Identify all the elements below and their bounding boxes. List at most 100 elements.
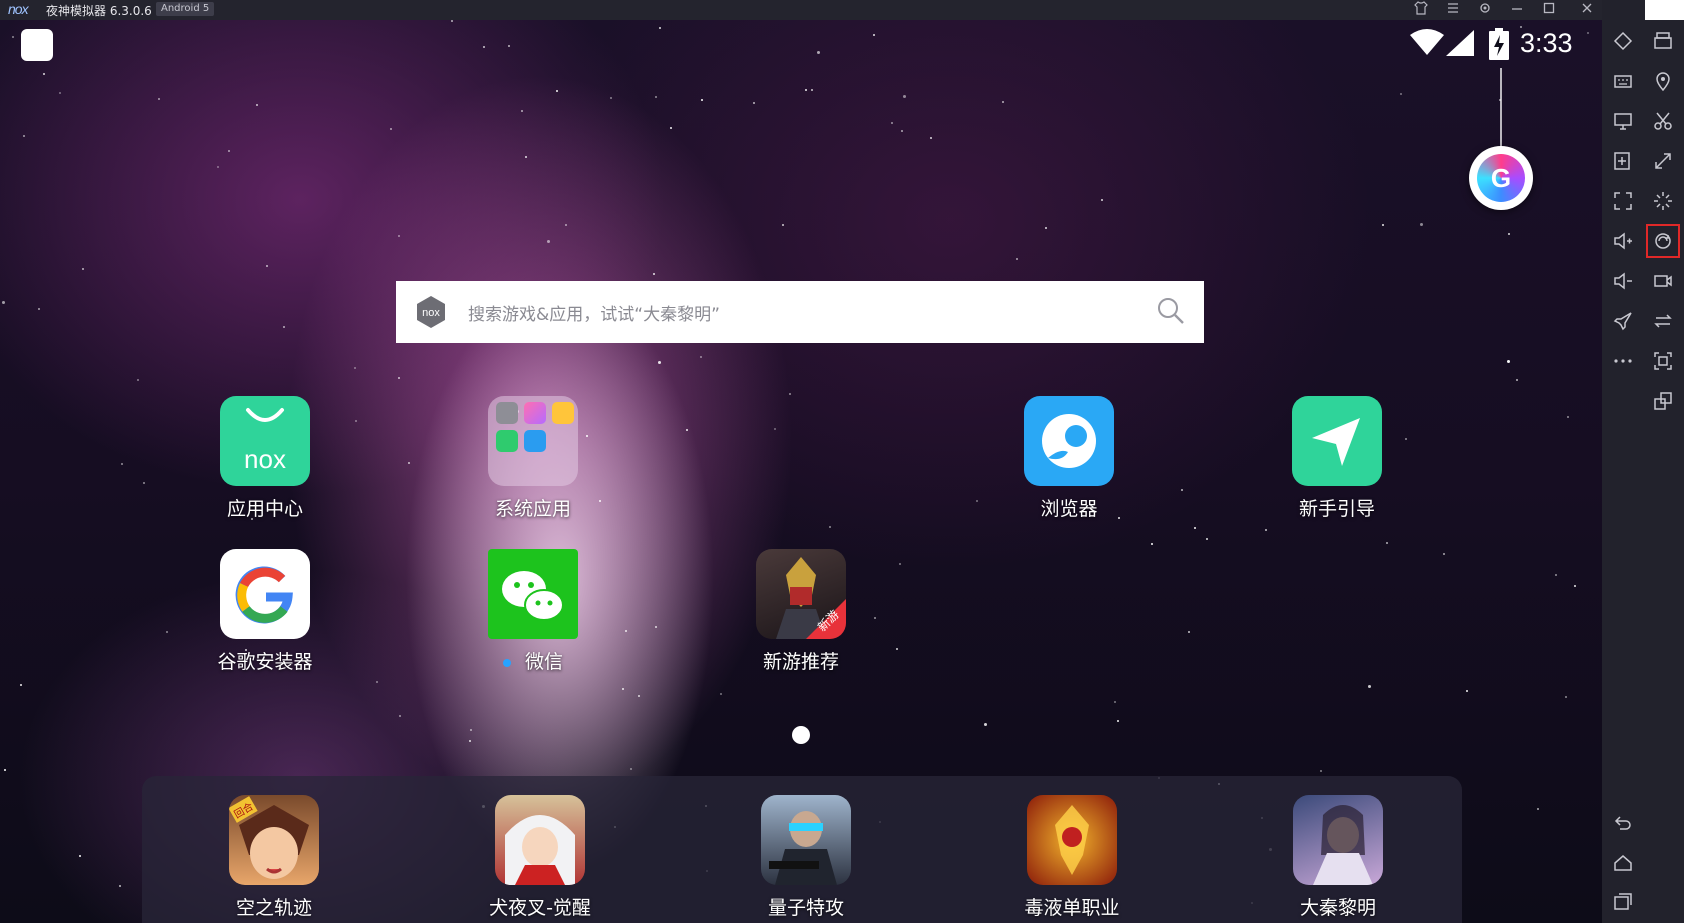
emulator-window: nox 夜神模拟器 6.3.0.6 Android 5 3:33 G nox 搜… — [0, 0, 1684, 923]
recents-icon[interactable] — [1606, 884, 1640, 918]
dock-app-venom[interactable]: 毒液单职业 — [1002, 795, 1142, 920]
screen-icon[interactable] — [1606, 104, 1640, 138]
back-icon[interactable] — [1606, 806, 1640, 840]
search-placeholder: 搜索游戏&应用，试试“大秦黎明” — [468, 305, 720, 325]
app-browser[interactable]: 浏览器 — [999, 396, 1139, 521]
star — [1507, 360, 1510, 363]
fullscreen-icon[interactable] — [1606, 184, 1640, 218]
star — [930, 137, 932, 139]
scissors-icon[interactable] — [1646, 104, 1680, 138]
menu-icon[interactable] — [1444, 1, 1462, 19]
app-wechat[interactable]: 微信 — [463, 549, 603, 674]
star — [655, 626, 657, 628]
star — [1508, 233, 1510, 235]
star — [217, 166, 219, 168]
volume-down-icon[interactable] — [1606, 264, 1640, 298]
star — [1420, 223, 1423, 226]
star — [701, 99, 703, 101]
screenshot-icon[interactable] — [1646, 344, 1680, 378]
star — [1320, 770, 1322, 772]
search-icon[interactable] — [1156, 296, 1186, 326]
star — [829, 526, 831, 528]
star — [1265, 529, 1267, 531]
files-mini-icon — [552, 402, 574, 424]
more-icon[interactable] — [1606, 344, 1640, 378]
gallery-mini-icon — [524, 402, 546, 424]
star — [686, 429, 688, 431]
star — [1574, 585, 1576, 587]
game-quantum-strike-icon — [761, 795, 851, 885]
app-label: 毒液单职业 — [1024, 897, 1120, 919]
star — [811, 89, 813, 91]
star — [1117, 720, 1119, 722]
star — [720, 693, 722, 695]
star — [1443, 553, 1445, 555]
close-icon[interactable] — [1578, 1, 1596, 19]
star — [1516, 379, 1518, 381]
app-label: 应用中心 — [226, 498, 303, 520]
star — [1114, 701, 1116, 703]
star — [408, 462, 410, 464]
shirt-icon[interactable] — [1412, 1, 1430, 19]
location-icon[interactable] — [1646, 64, 1680, 98]
app-new-games[interactable]: 新游 新游推荐 — [731, 549, 871, 674]
apk-install-icon[interactable] — [1606, 144, 1640, 178]
star — [483, 46, 485, 48]
star — [817, 51, 820, 54]
maximize-icon[interactable] — [1540, 1, 1558, 19]
star — [20, 684, 22, 686]
app-beginner-guide[interactable]: 新手引导 — [1267, 396, 1407, 521]
star — [59, 92, 61, 94]
app-system-apps-folder[interactable]: 系统应用 — [463, 396, 603, 521]
multi-window-icon[interactable] — [1646, 384, 1680, 418]
shake-icon[interactable] — [1646, 184, 1680, 218]
settings-icon[interactable] — [1476, 1, 1494, 19]
dock-app-qin-dawn[interactable]: 大秦黎明 — [1268, 795, 1408, 920]
dock-app-inuyasha[interactable]: 犬夜叉-觉醒 — [470, 795, 610, 920]
star — [1194, 527, 1196, 529]
app-label: 新手引导 — [1298, 498, 1375, 520]
app-label: 大秦黎明 — [1299, 897, 1376, 919]
star — [976, 500, 978, 502]
star — [1016, 258, 1018, 260]
dock-app-sky-trails[interactable]: 回合 空之轨迹 — [204, 795, 344, 920]
star — [638, 695, 640, 697]
app-app-center[interactable]: nox 应用中心 — [195, 396, 335, 521]
star — [653, 273, 655, 275]
printer-icon[interactable] — [1646, 24, 1680, 58]
app-label: 空之轨迹 — [235, 897, 312, 919]
notification-square-icon[interactable] — [21, 29, 53, 61]
star — [38, 308, 40, 310]
rocket-icon[interactable] — [1606, 304, 1640, 338]
game-sky-trails-icon: 回合 — [229, 795, 319, 885]
star — [1537, 808, 1539, 810]
star — [2, 301, 5, 304]
resize-icon[interactable] — [1646, 144, 1680, 178]
star — [119, 885, 121, 887]
star — [901, 130, 903, 132]
star — [12, 36, 14, 38]
volume-up-icon[interactable] — [1606, 224, 1640, 258]
app-google-installer[interactable]: 谷歌安装器 — [195, 549, 335, 674]
star — [469, 740, 471, 742]
star — [508, 45, 510, 47]
assistant-g-icon: G — [1477, 154, 1525, 202]
star — [782, 224, 784, 226]
star — [891, 122, 893, 124]
sync-icon[interactable] — [1646, 224, 1680, 258]
swap-icon[interactable] — [1646, 304, 1680, 338]
app-search-bar[interactable]: nox 搜索游戏&应用，试试“大秦黎明” — [396, 281, 1204, 343]
star — [256, 104, 258, 106]
video-record-icon[interactable] — [1646, 264, 1680, 298]
home-icon[interactable] — [1606, 846, 1640, 880]
assistant-bubble-button[interactable]: G — [1469, 146, 1533, 210]
diamond-icon[interactable] — [1606, 24, 1640, 58]
minimize-icon[interactable] — [1508, 1, 1526, 19]
star — [121, 463, 123, 465]
app-label: 微信 — [463, 647, 603, 674]
star — [903, 95, 906, 98]
star — [1565, 696, 1567, 698]
star — [655, 96, 657, 98]
dock-app-quantum-strike[interactable]: 量子特攻 — [736, 795, 876, 920]
keyboard-icon[interactable] — [1606, 64, 1640, 98]
